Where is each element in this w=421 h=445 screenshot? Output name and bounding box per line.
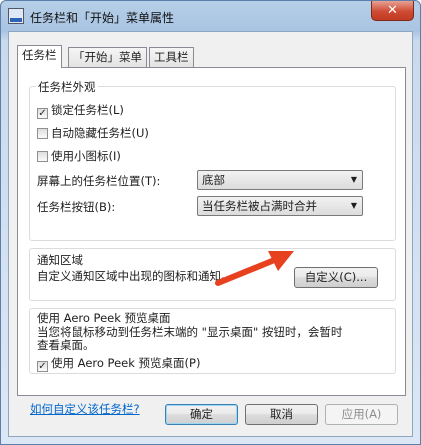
annotation-arrow-icon <box>215 251 294 286</box>
tab-taskbar[interactable]: 任务栏 <box>17 45 62 68</box>
annotation-arrow-shaft <box>215 258 275 286</box>
